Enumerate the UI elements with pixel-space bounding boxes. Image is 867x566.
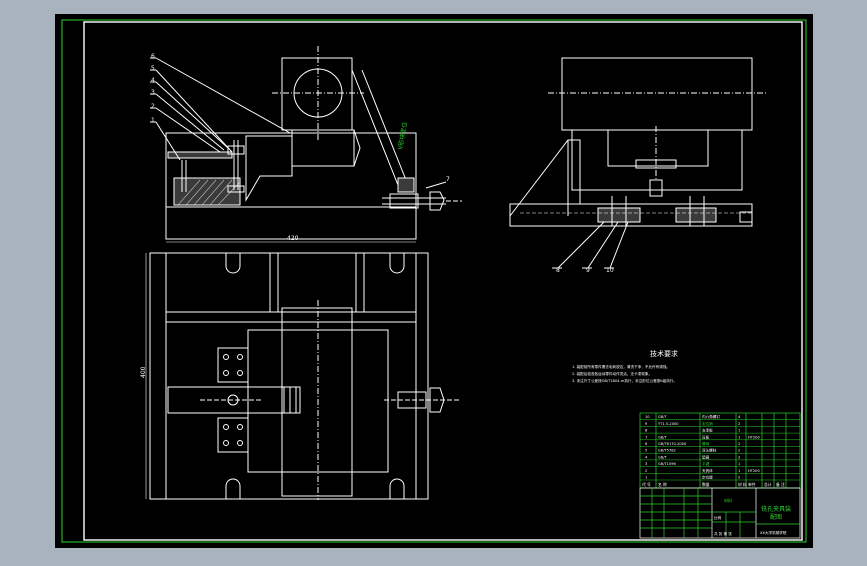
bom-cell: 夹具体 <box>702 468 713 473</box>
bom-cell: 1 <box>738 469 740 473</box>
bom-header-cell: 材 料 <box>738 482 747 487</box>
bom-cell: HT200 <box>748 435 760 439</box>
bom-row-number: 2 <box>645 469 647 473</box>
leader-label-4: 4 <box>151 77 155 84</box>
bom-cell: 支承板 <box>702 428 713 433</box>
dimension-height: 400 <box>140 366 147 378</box>
company-name: XX大学机械学院 <box>760 530 787 535</box>
bom-header-cell: 名 称 <box>658 482 667 487</box>
bom-header-cell: 代 号 <box>642 482 651 487</box>
leader-label-9: 9 <box>586 267 590 274</box>
bom-cell: GB/T1096 <box>658 462 677 466</box>
leader-label-7: 7 <box>446 176 450 183</box>
leader-label-5: 5 <box>151 65 155 72</box>
bom-cell: 平键 <box>702 461 710 466</box>
material-label: 材料 <box>724 497 732 503</box>
bom-header-cell: 单件 <box>748 482 756 487</box>
leader-label-10: 10 <box>606 267 614 274</box>
bom-row-number: 10 <box>645 415 650 419</box>
scale-label: 比例 <box>714 515 722 520</box>
sheet-label: 共 张 第 张 <box>714 531 732 536</box>
bom-cell: 1 <box>738 462 740 466</box>
bom-cell: GB/T5782 <box>658 449 676 453</box>
bom-cell: GB/T <box>658 455 667 459</box>
cad-viewport[interactable]: V形块定位 6 5 4 3 2 1 7 420 400 8 9 10 技术要求 … <box>0 0 867 562</box>
bom-cell: 2 <box>738 449 740 453</box>
drawing-name-line-1: 铣孔夹具装 <box>761 505 791 513</box>
bom-cell: GB/T6170-2000 <box>658 442 687 446</box>
leader-label-6: 6 <box>151 53 155 60</box>
bom-cell: 螺母 <box>702 441 710 446</box>
bom-row-number: 1 <box>645 476 647 480</box>
bom-cell: 1 <box>738 429 740 433</box>
bom-cell: 定位键 <box>702 475 713 480</box>
tech-requirement-line-1: 1. 装配前所有零件需去毛刺锐边，清洗干净，不允许有锈蚀。 <box>572 364 670 369</box>
bom-cell: 压板 <box>702 434 710 439</box>
bom-cell: 内六角螺钉 <box>702 414 720 419</box>
bom-header-cell: 备 注 <box>776 482 785 487</box>
bom-row-number: 7 <box>645 435 647 439</box>
bom-cell: 双头螺柱 <box>702 448 717 453</box>
bom-cell: 2 <box>738 476 740 480</box>
bom-cell: GB/T <box>658 415 667 419</box>
bom-row-number: 3 <box>645 462 647 466</box>
bom-cell: 2 <box>738 442 740 446</box>
tech-requirement-line-2: 2. 装配后检查各运动零件动作灵活、无卡滞现象。 <box>572 371 652 376</box>
leader-label-8: 8 <box>556 267 560 274</box>
bom-cell: GB/T <box>658 435 667 439</box>
leader-label-1: 1 <box>151 117 155 124</box>
bom-cell: 2 <box>738 422 740 426</box>
dimension-width: 420 <box>287 235 299 242</box>
bom-cell: HT200 <box>748 469 760 473</box>
bom-cell: 2 <box>738 455 740 459</box>
tech-requirements-title: 技术要求 <box>650 349 678 358</box>
cad-drawing: V形块定位 6 5 4 3 2 1 7 420 400 8 9 10 技术要求 … <box>55 14 813 548</box>
bom-cell: YT1.5-2000 <box>658 422 679 426</box>
bom-header-cell: 总计 <box>764 482 772 487</box>
drawing-name-line-2: 配图 <box>770 514 782 521</box>
bom-row-number: 5 <box>645 449 647 453</box>
bom-cell: 定位销 <box>702 421 713 426</box>
bom-cell: 1 <box>738 435 740 439</box>
leader-label-3: 3 <box>151 89 155 96</box>
bom-header-cell: 数量 <box>702 482 710 487</box>
leader-label-2: 2 <box>151 103 155 110</box>
tech-requirement-line-3: 3. 未注尺寸公差按GB/T1804-m执行，未注形位公差按K级执行。 <box>572 378 677 383</box>
bom-cell: 垫圈 <box>702 454 710 459</box>
